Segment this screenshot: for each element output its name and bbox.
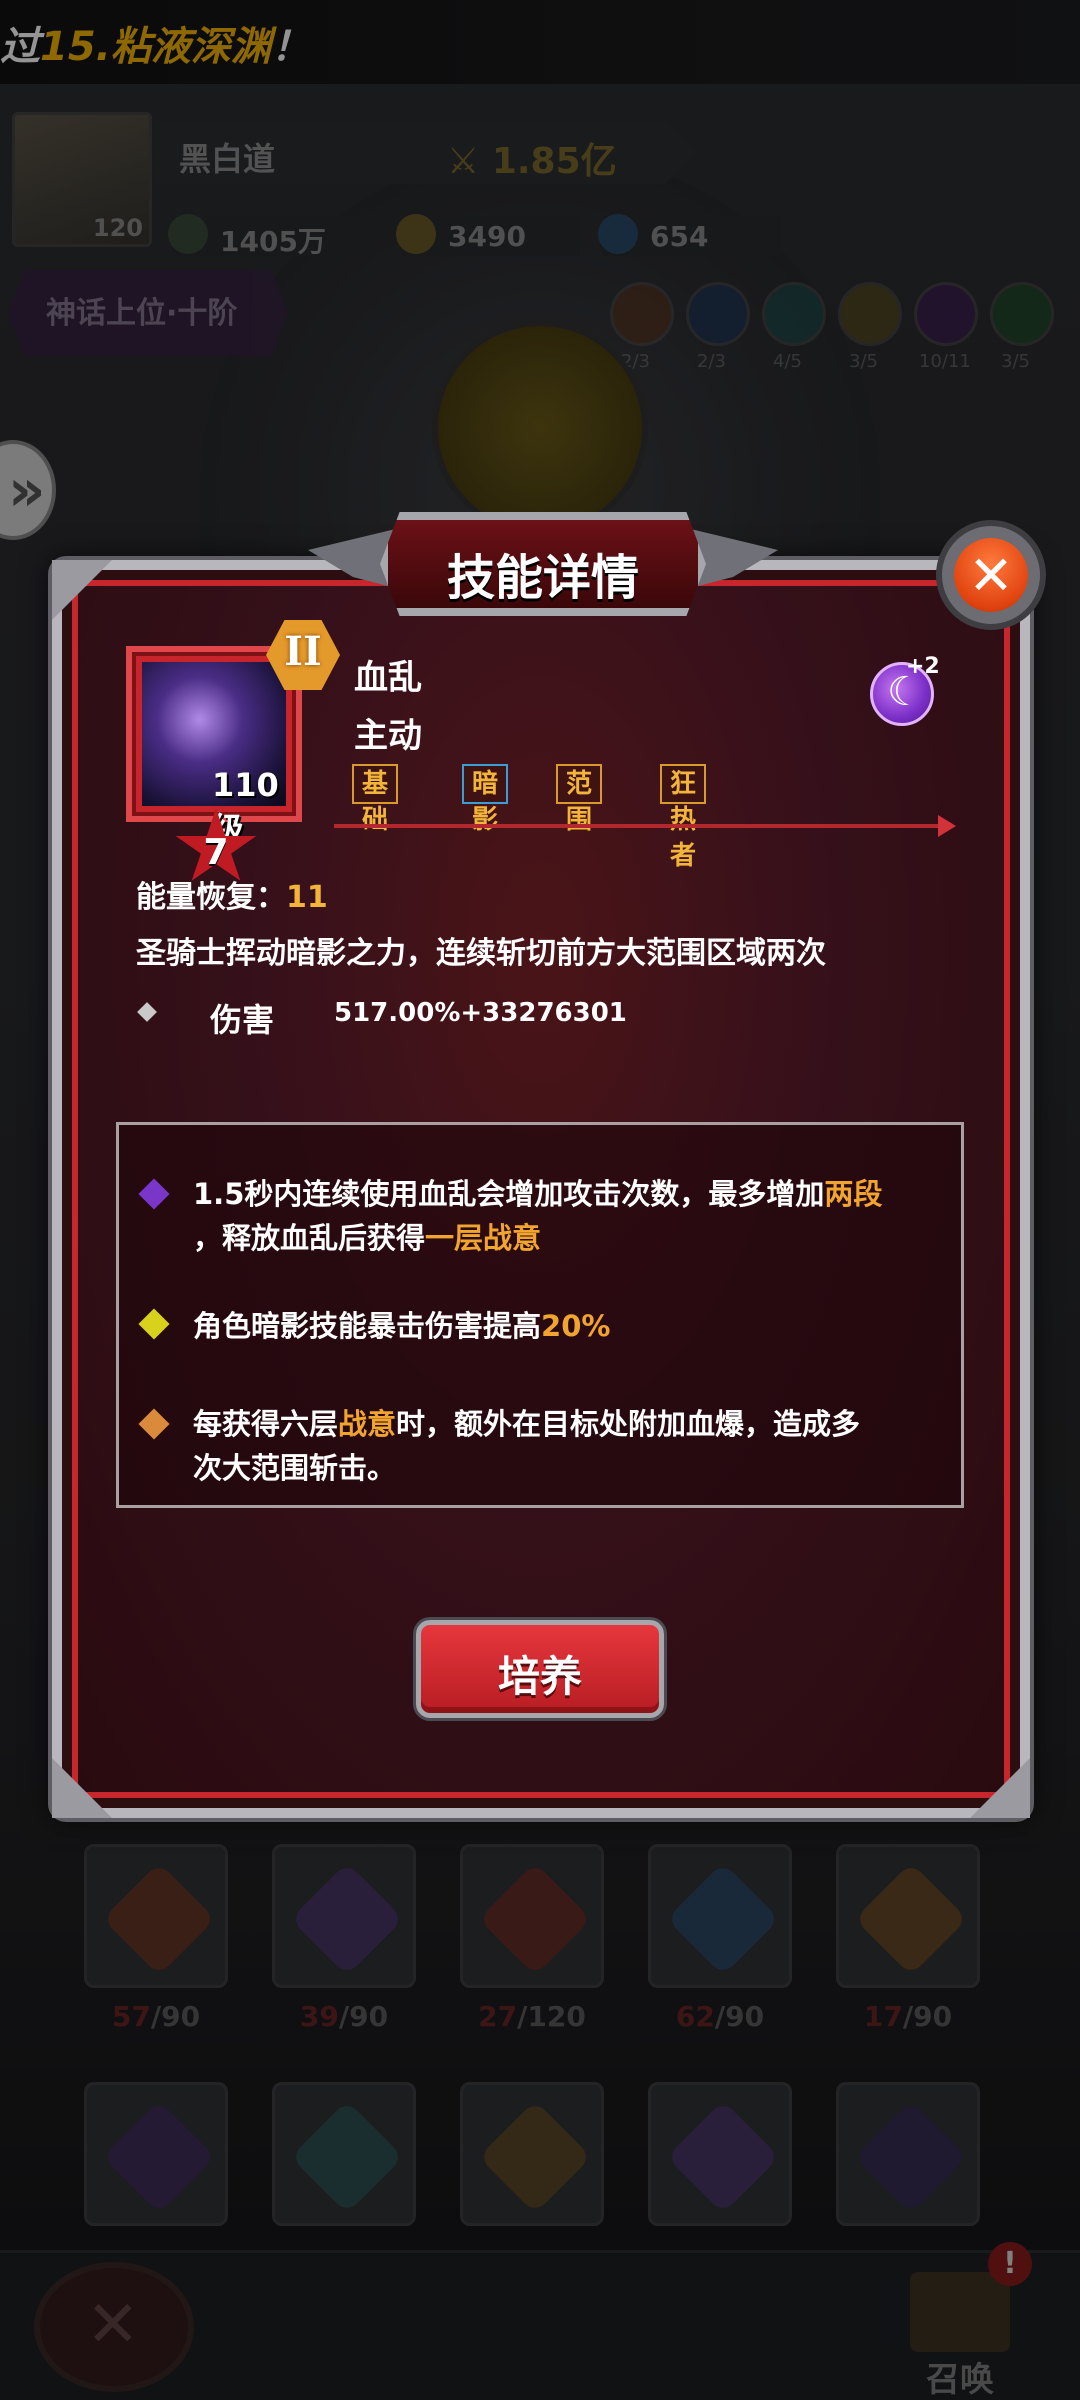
train-button[interactable]: 培养 bbox=[416, 1620, 664, 1718]
skill-name: 血乱 bbox=[354, 658, 422, 698]
skill-effects-box: 1.5秒内连续使用血乱会增加攻击次数，最多增加两段 ，释放血乱后获得一层战意 角… bbox=[116, 1122, 964, 1508]
energy-recovery: 能量恢复：11 bbox=[136, 880, 328, 915]
damage-label: 伤害 bbox=[210, 1001, 275, 1039]
damage-value: 517.00%+33276301 bbox=[334, 998, 627, 1028]
skill-tag: 基础 bbox=[352, 764, 399, 835]
skill-tag: 狂热者 bbox=[660, 764, 707, 871]
effect-text: 角色暗影技能暴击伤害提高20% bbox=[193, 1309, 611, 1343]
divider-arrow bbox=[334, 815, 956, 837]
close-button[interactable]: ✕ bbox=[936, 520, 1046, 630]
orange-diamond-icon bbox=[138, 1408, 170, 1440]
modal-title-plate: 技能详情 bbox=[308, 494, 778, 634]
yellow-diamond-icon bbox=[138, 1308, 170, 1340]
train-label: 培养 bbox=[497, 1652, 582, 1701]
modal-title: 技能详情 bbox=[446, 550, 639, 606]
rune-bonus: +2 bbox=[906, 654, 940, 679]
effect-text: 次大范围斩击。 bbox=[193, 1451, 397, 1485]
close-icon: ✕ bbox=[954, 538, 1028, 612]
purple-diamond-icon bbox=[138, 1178, 170, 1210]
skill-description: 圣骑士挥动暗影之力，连续斩切前方大范围区域两次 bbox=[136, 936, 826, 971]
skill-tag: 范围 bbox=[556, 764, 603, 835]
effect-text: ，释放血乱后获得一层战意 bbox=[193, 1221, 542, 1255]
effect-text: 1.5秒内连续使用血乱会增加攻击次数，最多增加两段 bbox=[193, 1177, 883, 1211]
skill-type: 主动 bbox=[354, 716, 422, 756]
effect-text: 每获得六层战意时，额外在目标处附加血爆，造成多 bbox=[193, 1407, 861, 1441]
skill-tag: 暗影 bbox=[462, 764, 509, 835]
